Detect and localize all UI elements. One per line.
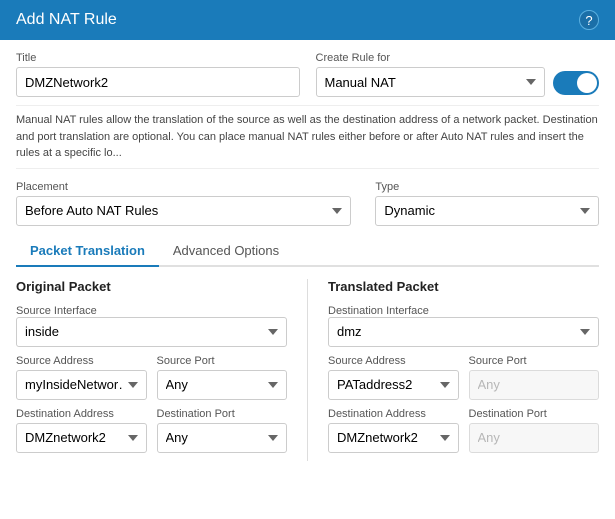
column-divider [307, 279, 308, 461]
tab-packet-translation[interactable]: Packet Translation [16, 236, 159, 267]
type-label: Type [375, 181, 599, 193]
translated-packet-col: Translated Packet Destination Interface … [328, 279, 599, 461]
orig-dest-port-label: Destination Port [157, 408, 288, 420]
trans-dest-port-label: Destination Port [469, 408, 600, 420]
create-rule-label: Create Rule for [316, 52, 600, 64]
trans-source-address-select[interactable]: PATaddress2 [328, 370, 459, 400]
orig-dest-row: Destination Address DMZnetwork2 Destinat… [16, 408, 287, 453]
orig-source-port-select[interactable]: Any [157, 370, 288, 400]
orig-dest-port-select[interactable]: Any [157, 423, 288, 453]
trans-source-port-select[interactable]: Any [469, 370, 600, 400]
orig-source-row: Source Address myInsideNetwor… Source Po… [16, 355, 287, 400]
trans-dest-port-select[interactable]: Any [469, 423, 600, 453]
trans-source-address-label: Source Address [328, 355, 459, 367]
title-input[interactable] [16, 67, 300, 97]
create-rule-select[interactable]: Manual NAT Auto NAT [316, 67, 546, 97]
placement-select[interactable]: Before Auto NAT Rules After Auto NAT Rul… [16, 196, 351, 226]
dest-interface-group: Destination Interface dmz [328, 302, 599, 347]
help-icon[interactable]: ? [579, 10, 599, 30]
trans-source-address-group: Source Address PATaddress2 [328, 355, 459, 400]
title-label: Title [16, 52, 300, 64]
trans-dest-port-group: Destination Port Any [469, 408, 600, 453]
original-packet-title: Original Packet [16, 279, 287, 294]
translated-packet-title: Translated Packet [328, 279, 599, 294]
toggle-slider [553, 71, 599, 95]
trans-source-port-group: Source Port Any [469, 355, 600, 400]
source-interface-select[interactable]: inside [16, 317, 287, 347]
original-packet-col: Original Packet Source Interface inside … [16, 279, 287, 461]
toggle-switch[interactable] [553, 71, 599, 95]
source-interface-label: Source Interface [16, 305, 97, 317]
info-text: Manual NAT rules allow the translation o… [16, 105, 599, 169]
orig-source-address-label: Source Address [16, 355, 147, 367]
orig-dest-address-group: Destination Address DMZnetwork2 [16, 408, 147, 453]
trans-source-row: Source Address PATaddress2 Source Port A… [328, 355, 599, 400]
orig-source-address-select[interactable]: myInsideNetwor… [16, 370, 147, 400]
trans-dest-address-select[interactable]: DMZnetwork2 [328, 423, 459, 453]
trans-dest-row: Destination Address DMZnetwork2 Destinat… [328, 408, 599, 453]
packet-translation-panel: Original Packet Source Interface inside … [16, 279, 599, 461]
orig-source-address-group: Source Address myInsideNetwor… [16, 355, 147, 400]
type-select[interactable]: Dynamic Static [375, 196, 599, 226]
dialog-body: Title Create Rule for Manual NAT Auto NA… [0, 40, 615, 473]
tab-advanced-options[interactable]: Advanced Options [159, 236, 293, 267]
placement-label: Placement [16, 181, 351, 193]
orig-dest-address-select[interactable]: DMZnetwork2 [16, 423, 147, 453]
orig-source-port-group: Source Port Any [157, 355, 288, 400]
dialog-header: Add NAT Rule ? [0, 0, 615, 40]
orig-source-port-label: Source Port [157, 355, 288, 367]
trans-source-port-label: Source Port [469, 355, 600, 367]
dest-interface-select[interactable]: dmz [328, 317, 599, 347]
orig-dest-port-group: Destination Port Any [157, 408, 288, 453]
trans-dest-address-group: Destination Address DMZnetwork2 [328, 408, 459, 453]
source-interface-group: Source Interface inside [16, 302, 287, 347]
trans-dest-address-label: Destination Address [328, 408, 459, 420]
dialog-title: Add NAT Rule [16, 11, 117, 29]
tabs: Packet Translation Advanced Options [16, 236, 599, 267]
orig-dest-address-label: Destination Address [16, 408, 147, 420]
dest-interface-label: Destination Interface [328, 305, 429, 317]
